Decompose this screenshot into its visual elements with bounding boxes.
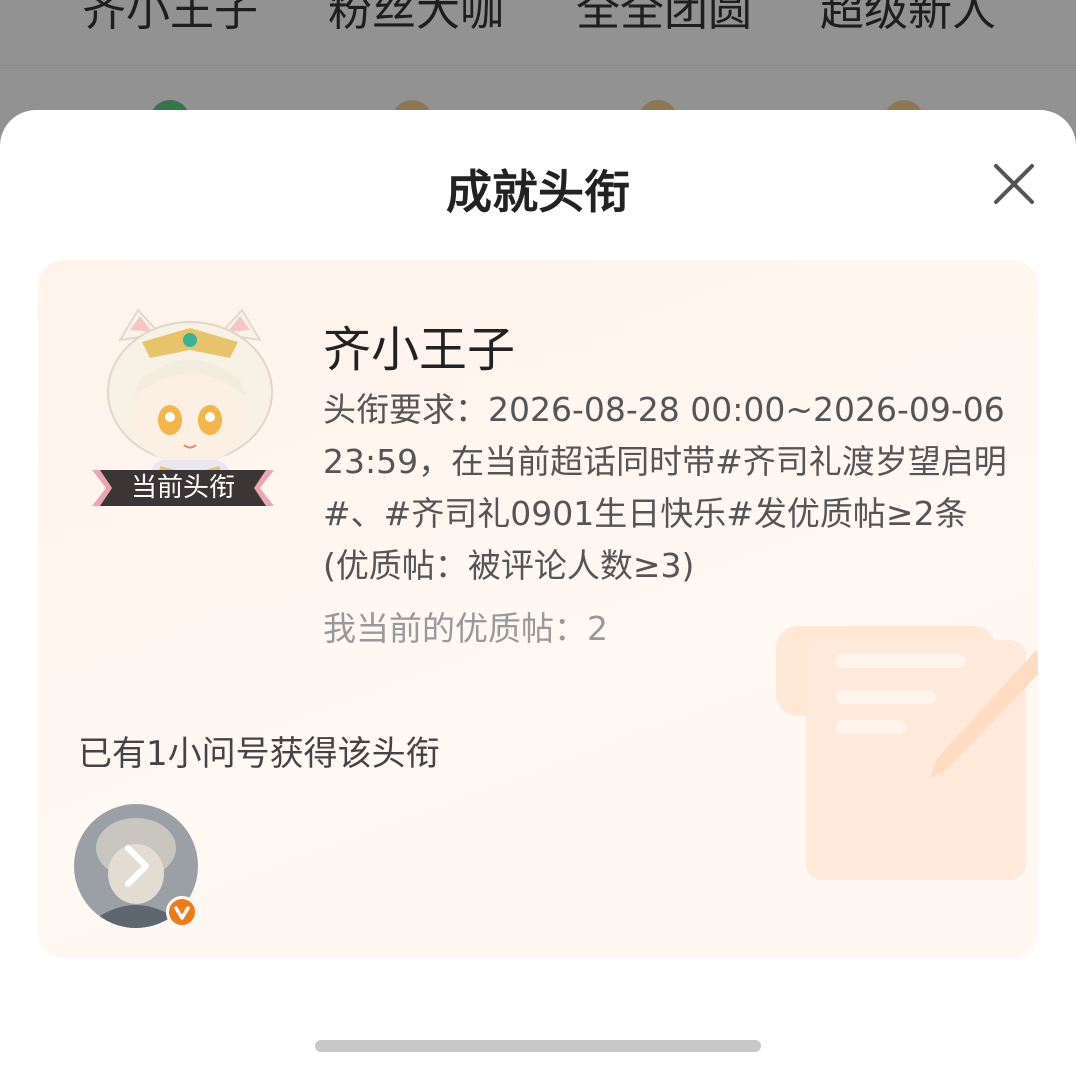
sheet-title: 成就头衔 bbox=[446, 165, 630, 219]
scroll-icon bbox=[776, 626, 1038, 880]
title-name: 齐小王子 bbox=[323, 322, 516, 378]
my-posts-value: 2 bbox=[587, 609, 608, 648]
title-bottom-sheet: 成就头衔 当前头衔 齐小王子 头衔要求：2026-08-28 00:00~202… bbox=[0, 110, 1076, 1076]
title-card: 当前头衔 齐小王子 头衔要求：2026-08-28 00:00~2026-09-… bbox=[38, 260, 1038, 958]
title-requirement: 头衔要求：2026-08-28 00:00~2026-09-06 23:59，在… bbox=[323, 390, 1007, 585]
my-posts-label: 我当前的优质帖： bbox=[323, 609, 587, 648]
verified-badge-icon bbox=[166, 896, 198, 928]
current-title-badge-label-wrap: 当前头衔 bbox=[92, 468, 274, 508]
close-icon bbox=[994, 164, 1034, 204]
close-button[interactable] bbox=[984, 156, 1044, 216]
owners-count-text: 已有1小问号获得该头衔 bbox=[78, 734, 440, 774]
current-title-badge-label: 当前头衔 bbox=[130, 473, 235, 503]
my-quality-posts: 我当前的优质帖：2 bbox=[323, 602, 608, 650]
home-indicator[interactable] bbox=[315, 1040, 761, 1052]
